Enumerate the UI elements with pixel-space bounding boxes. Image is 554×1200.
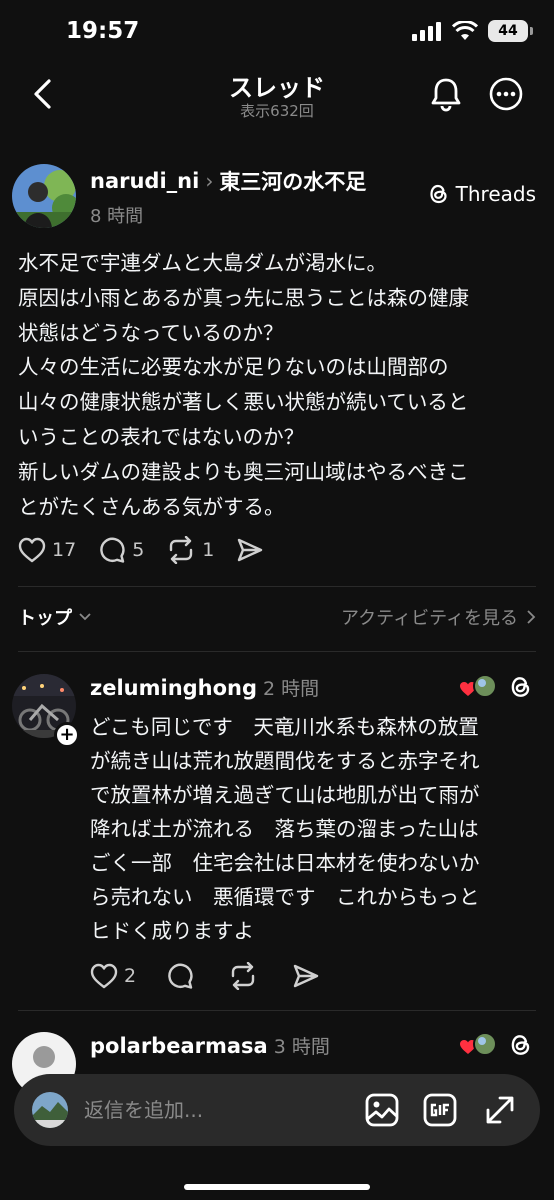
like-count: 17: [52, 539, 77, 561]
post-body: 水不足で宇連ダムと大島ダムが渇水に。 原因は小雨とあるが真っ先に思うことは森の健…: [18, 246, 544, 524]
post-line: 新しいダムの建設よりも奥三河山域はやるべきこ: [18, 459, 469, 484]
reply-author[interactable]: polarbearmasa 3 時間: [90, 1032, 330, 1059]
liked-by-author-icon: [460, 674, 497, 698]
username[interactable]: zeluminghong: [90, 676, 257, 700]
repost-icon: [231, 962, 255, 990]
reply-time: 3 時間: [273, 1036, 330, 1058]
repost-button[interactable]: 1: [166, 536, 214, 564]
post-line: 山々の健康状態が著しく悪い状態が続いていると: [18, 390, 469, 415]
repost-count: 1: [202, 539, 215, 561]
reply-line: どこも同じです 天竜川水系も森林の放置: [90, 715, 479, 739]
threads-app-link[interactable]: Threads: [428, 182, 536, 206]
post-actions: 17 5 1: [18, 536, 286, 564]
chevron-down-icon: [79, 613, 91, 621]
divider: [18, 651, 536, 652]
post-line: とがたくさんある気がする。: [18, 494, 285, 519]
avatar[interactable]: [12, 164, 76, 228]
comment-icon: [168, 963, 193, 989]
signal-icon: [412, 22, 441, 41]
more-icon[interactable]: [488, 76, 524, 112]
topic-tag[interactable]: 東三河の水不足: [219, 166, 366, 196]
wifi-icon: [452, 21, 478, 40]
reply-line: が続き山は荒れ放題間伐をすると赤字それ: [90, 749, 480, 773]
threads-logo-icon: [430, 184, 447, 204]
reply-composer: [14, 1074, 540, 1146]
reply-body: どこも同じです 天竜川水系も森林の放置 が続き山は荒れ放題間伐をすると赤字それ …: [90, 710, 540, 948]
heart-icon: [90, 963, 118, 989]
post-line: いうことの表れではないのか？: [18, 424, 305, 449]
expand-icon[interactable]: [482, 1092, 518, 1128]
battery-indicator: 44: [488, 20, 533, 42]
reply-time: 2 時間: [263, 678, 320, 700]
comment-button[interactable]: 5: [98, 536, 144, 564]
view-count: 表示632回: [240, 102, 314, 120]
liked-by-author-icon: [460, 1032, 497, 1056]
share-icon: [238, 538, 263, 562]
repost-icon: [170, 536, 193, 564]
sort-label: トップ: [18, 608, 72, 629]
activity-link[interactable]: アクティビティを見る: [341, 604, 536, 630]
status-icons: 44: [412, 20, 533, 42]
repost-button[interactable]: [228, 962, 258, 990]
post-author[interactable]: narudi_ni › 東三河の水不足: [90, 166, 366, 196]
comment-button[interactable]: [166, 962, 194, 990]
share-button[interactable]: [292, 963, 320, 989]
reply-line: ら売れない 悪循環です これからもっと: [90, 885, 480, 909]
nav-bar: スレッド 表示632回: [0, 64, 554, 126]
share-icon: [293, 964, 319, 988]
follow-plus-button[interactable]: +: [54, 722, 80, 748]
comment-icon: [100, 537, 125, 563]
status-time: 19:57: [66, 18, 140, 44]
share-button[interactable]: [236, 537, 264, 563]
post-time: 8 時間: [90, 206, 144, 227]
avatar: [32, 1092, 68, 1128]
divider: [18, 1010, 536, 1011]
gif-icon[interactable]: [422, 1092, 458, 1128]
reply-author[interactable]: zeluminghong 2 時間: [90, 674, 319, 701]
threads-logo-icon[interactable]: [508, 1032, 534, 1058]
post-line: 人々の生活に必要な水が足りないのは山間部の: [18, 355, 449, 380]
sort-bar: トップ アクティビティを見る: [18, 604, 536, 632]
reply-input[interactable]: [84, 1094, 354, 1126]
like-count: 2: [124, 965, 137, 987]
post-line: 原因は小雨とあるが真っ先に思うことは森の健康: [18, 285, 469, 310]
chevron-right-icon: [527, 610, 536, 624]
home-indicator[interactable]: [184, 1184, 370, 1190]
sort-dropdown[interactable]: トップ: [18, 604, 92, 630]
activity-label: アクティビティを見る: [341, 608, 518, 629]
chevron-right-icon: ›: [205, 169, 214, 193]
comment-count: 5: [132, 539, 145, 561]
reply-line: 降れば土が流れる 落ち葉の溜まった山は: [90, 817, 479, 841]
like-button[interactable]: 17: [18, 537, 76, 563]
reply-line: ヒドく成りますよ: [90, 919, 254, 943]
like-button[interactable]: 2: [90, 963, 136, 989]
heart-icon: [18, 537, 46, 563]
status-bar: 19:57 44: [0, 0, 554, 64]
reply-line: ごく一部 住宅会社は日本材を使わないか: [90, 851, 480, 875]
username[interactable]: polarbearmasa: [90, 1034, 268, 1058]
post-line: 水不足で宇連ダムと大島ダムが渇水に。: [18, 251, 387, 275]
threads-logo-icon[interactable]: [508, 674, 534, 700]
reply-line: で放置林が増え過ぎて山は地肌が出て雨が: [90, 783, 480, 807]
divider: [18, 586, 536, 587]
bell-icon[interactable]: [428, 76, 464, 112]
threads-label: Threads: [455, 182, 536, 206]
image-icon[interactable]: [364, 1092, 400, 1128]
post-line: 状態はどうなっているのか？: [18, 320, 284, 345]
reply-actions: 2: [90, 962, 342, 990]
username[interactable]: narudi_ni: [90, 169, 199, 193]
page-title: スレッド: [229, 74, 325, 102]
